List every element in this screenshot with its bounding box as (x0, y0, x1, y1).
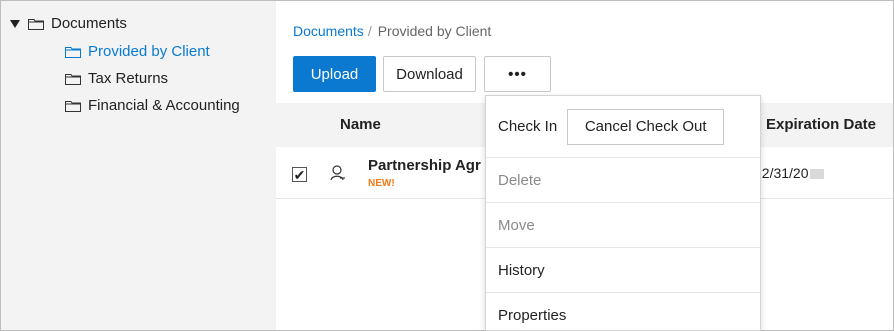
expiration-date-cell: 12/31/20 (754, 165, 824, 181)
tree-root-label: Documents (51, 15, 127, 32)
breadcrumb-separator: / (367, 23, 372, 39)
menu-item-history[interactable]: History (486, 247, 760, 292)
upload-button[interactable]: Upload (293, 56, 376, 92)
folder-icon (65, 100, 81, 112)
new-badge: NEW! (368, 178, 395, 189)
redacted-mark (809, 169, 824, 180)
tree-item-financial-accounting[interactable]: Financial & Accounting (65, 97, 240, 114)
checkmark-icon: ✔ (293, 166, 306, 183)
person-icon (329, 164, 347, 186)
breadcrumb: Documents / Provided by Client (293, 23, 491, 39)
more-actions-button[interactable]: ••• (484, 56, 551, 92)
document-name-link[interactable]: Partnership Agr (368, 157, 481, 174)
folder-icon (65, 73, 81, 85)
menu-checkin-row: Check In Cancel Check Out (486, 96, 760, 157)
cancel-check-out-button[interactable]: Cancel Check Out (567, 108, 725, 145)
folder-icon (28, 18, 44, 30)
menu-item-properties[interactable]: Properties (486, 292, 760, 331)
tree-item-label: Provided by Client (88, 43, 210, 60)
folder-icon (65, 46, 81, 58)
tree-item-label: Financial & Accounting (88, 97, 240, 114)
check-in-menu-item[interactable]: Check In (498, 118, 557, 135)
breadcrumb-current: Provided by Client (377, 23, 492, 39)
menu-item-delete[interactable]: Delete (486, 157, 760, 202)
tree-item-provided-by-client[interactable]: Provided by Client (65, 43, 210, 60)
tree-root-documents[interactable]: Documents (10, 15, 127, 32)
tree-item-label: Tax Returns (88, 70, 169, 87)
tree-item-tax-returns[interactable]: Tax Returns (65, 70, 168, 87)
menu-item-move[interactable]: Move (486, 202, 760, 247)
row-checkbox[interactable]: ✔ (292, 167, 307, 182)
column-header-name[interactable]: Name (340, 116, 381, 133)
expand-triangle-icon[interactable] (10, 19, 20, 28)
column-header-expiration-date[interactable]: Expiration Date (766, 116, 876, 133)
breadcrumb-link-documents[interactable]: Documents (293, 23, 364, 39)
folder-tree: Documents Provided by Client Tax Returns… (1, 1, 276, 330)
download-button[interactable]: Download (383, 56, 476, 92)
expiration-date-value: 12/31/20 (754, 165, 809, 181)
more-actions-menu: Check In Cancel Check Out Delete Move Hi… (485, 95, 761, 331)
